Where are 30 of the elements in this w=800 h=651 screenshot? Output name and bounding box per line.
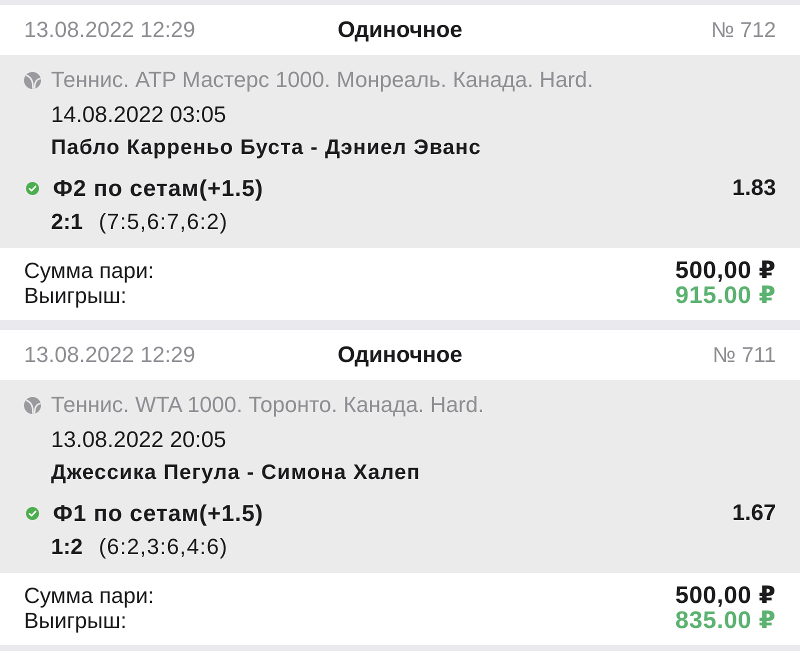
event-start-date: 13.08.2022 20:05 [51,427,226,453]
stake-amount: 500,00 ₽ [675,581,776,610]
event-start-date: 14.08.2022 03:05 [51,102,226,128]
stake-label: Сумма пари: [24,582,156,608]
payout-label: Выигрыш: [24,282,127,308]
bet-market: Ф2 по сетам(+1.5) [53,174,264,200]
match-score: 1:2 [51,534,83,560]
bet-placed-date: 13.08.2022 12:29 [24,342,196,368]
payout-amount: 835.00 ₽ [675,607,776,635]
payout-amount: 915.00 ₽ [675,282,776,310]
match-title: Пабло Карреньо Буста - Дэниел Эванс [51,136,482,160]
match-title: Джессика Пегула - Симона Халеп [51,461,420,485]
stake-label: Сумма пари: [24,258,156,284]
match-score: 2:1 [51,209,83,235]
odds-value: 1.67 [732,500,776,526]
league-title: Теннис. WTA 1000. Торонто. Канада. Hard. [51,392,484,418]
payout-label: Выигрыш: [24,608,127,634]
bet-placed-date: 13.08.2022 12:29 [24,17,196,43]
bet-market: Ф1 по сетам(+1.5) [53,500,264,526]
set-scores: (7:5,6:7,6:2) [98,209,228,235]
bet-number: № 712 [711,18,776,42]
bet-type-title: Одиночное [338,17,462,43]
odds-value: 1.83 [732,175,776,201]
tennis-ball-icon [24,396,41,414]
bet-type-title: Одиночное [338,342,462,368]
bet-number: № 711 [712,342,776,368]
set-scores: (6:2,3:6,4:6) [98,534,228,560]
league-title: Теннис. ATP Мастерс 1000. Монреаль. Канада. Hard. [51,67,594,93]
tennis-ball-icon [24,72,41,88]
stake-amount: 500,00 ₽ [675,256,776,285]
